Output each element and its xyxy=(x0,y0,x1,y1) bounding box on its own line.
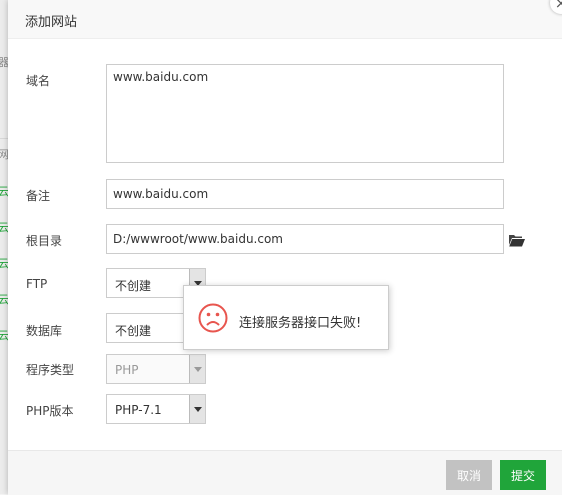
program-type-selected-value: PHP xyxy=(115,363,139,377)
root-dir-input[interactable] xyxy=(106,224,504,254)
add-site-dialog: 添加网站 × 域名 www.baidu.com 备注 根目录 FTP 不创建 数… xyxy=(8,0,562,495)
php-version-label: PHP版本 xyxy=(26,404,74,418)
toast-message: 连接服务器接口失败! xyxy=(239,316,362,331)
dialog-title: 添加网站 xyxy=(25,15,78,30)
php-version-selected-value: PHP-7.1 xyxy=(115,403,162,417)
domain-textarea[interactable]: www.baidu.com xyxy=(106,64,504,163)
submit-button[interactable]: 提交 xyxy=(500,460,546,490)
remark-label: 备注 xyxy=(26,189,51,203)
dialog-header: 添加网站 xyxy=(8,0,562,39)
ftp-label: FTP xyxy=(26,277,48,291)
cancel-button[interactable]: 取消 xyxy=(446,460,492,490)
domain-label: 域名 xyxy=(26,74,51,88)
remark-input[interactable] xyxy=(106,179,504,209)
database-label: 数据库 xyxy=(26,324,63,338)
ftp-selected-value: 不创建 xyxy=(115,279,152,293)
chevron-down-icon xyxy=(189,355,205,383)
background-page: 器 网 云 云 云 云 云 xyxy=(0,0,9,494)
error-toast: 连接服务器接口失败! xyxy=(183,285,389,350)
background-divider xyxy=(0,138,8,139)
root-dir-label: 根目录 xyxy=(26,234,63,248)
program-type-select: PHP xyxy=(106,354,206,384)
dialog-footer: 取消 提交 xyxy=(8,450,562,495)
database-selected-value: 不创建 xyxy=(115,324,152,338)
php-version-select[interactable]: PHP-7.1 xyxy=(106,394,206,424)
sad-face-icon xyxy=(198,303,228,333)
chevron-down-icon xyxy=(189,395,205,423)
folder-open-icon[interactable] xyxy=(509,234,525,247)
program-type-label: 程序类型 xyxy=(26,363,75,377)
